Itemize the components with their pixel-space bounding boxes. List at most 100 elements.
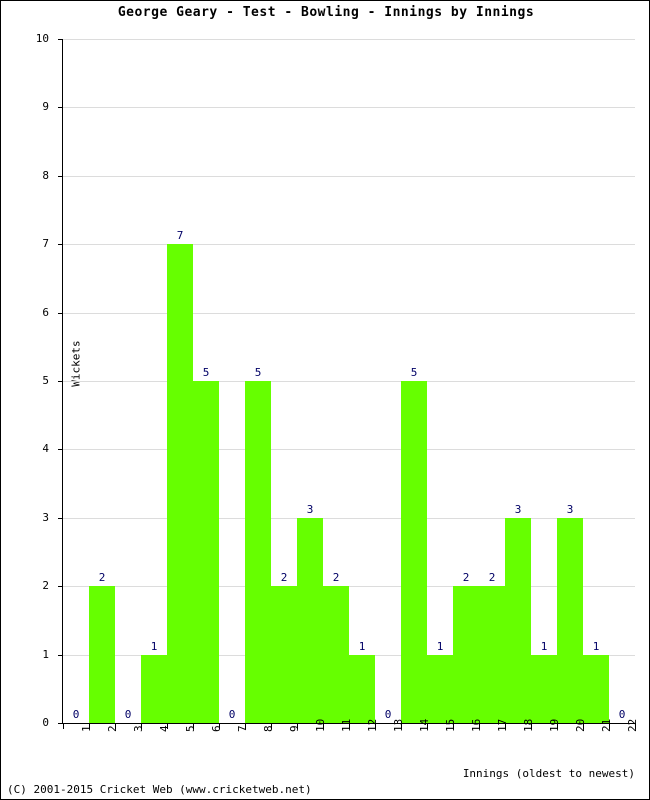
bar	[193, 381, 219, 723]
y-tick-label: 4	[42, 442, 49, 455]
x-tick-label: 15	[444, 718, 457, 732]
gridline	[63, 39, 635, 40]
x-tick-mark	[375, 724, 376, 729]
x-tick-mark	[531, 724, 532, 729]
x-tick-mark	[401, 724, 402, 729]
y-tick-label: 3	[42, 511, 49, 524]
gridline	[63, 244, 635, 245]
x-tick-mark	[219, 724, 220, 729]
bar	[245, 381, 271, 723]
bar-value-label: 2	[98, 571, 106, 585]
bar	[557, 517, 583, 723]
x-tick-mark	[167, 724, 168, 729]
x-tick-label: 18	[522, 718, 535, 732]
footer-copyright: (C) 2001-2015 Cricket Web (www.cricketwe…	[7, 783, 312, 796]
gridline	[63, 176, 635, 177]
bar	[427, 654, 453, 723]
x-tick-mark	[635, 724, 636, 729]
x-tick-mark	[609, 724, 610, 729]
x-tick-label: 1	[80, 725, 93, 732]
x-tick-label: 17	[496, 718, 509, 732]
x-tick-mark	[453, 724, 454, 729]
x-tick-mark	[427, 724, 428, 729]
x-tick-label: 14	[418, 718, 431, 732]
x-tick-label: 10	[314, 718, 327, 732]
x-tick-label: 7	[236, 725, 249, 732]
x-tick-label: 3	[132, 725, 145, 732]
x-tick-label: 20	[574, 718, 587, 732]
y-tick-mark	[58, 176, 63, 177]
gridline	[63, 586, 635, 587]
y-tick-mark	[58, 655, 63, 656]
y-tick-label: 10	[35, 32, 49, 45]
bar-value-label: 7	[176, 229, 184, 243]
bar-value-label: 1	[150, 639, 158, 653]
y-tick-label: 9	[42, 100, 49, 113]
x-tick-label: 19	[548, 718, 561, 732]
bar-value-label: 5	[410, 366, 418, 379]
y-tick-mark	[58, 313, 63, 314]
chart-page: George Geary - Test - Bowling - Innings …	[0, 0, 650, 800]
bar	[505, 517, 531, 723]
y-tick-label: 5	[42, 374, 49, 387]
x-tick-mark	[505, 724, 506, 729]
x-tick-mark	[115, 724, 116, 729]
bar-value-label: 1	[358, 639, 366, 653]
y-tick-mark	[58, 449, 63, 450]
x-tick-label: 2	[106, 725, 119, 732]
x-tick-label: 16	[470, 718, 483, 732]
y-tick-label: 7	[42, 237, 49, 250]
bar	[583, 654, 609, 723]
x-tick-label: 21	[600, 718, 613, 732]
page-title: George Geary - Test - Bowling - Innings …	[117, 5, 535, 20]
x-tick-mark	[323, 724, 324, 729]
bar-value-label: 1	[436, 639, 444, 653]
bar-value-label: 2	[488, 571, 496, 585]
y-tick-label: 2	[42, 579, 49, 592]
x-tick-label: 11	[340, 718, 353, 732]
bar-value-label: 5	[254, 366, 262, 379]
y-tick-label: 0	[42, 716, 49, 729]
bar	[89, 586, 115, 723]
y-tick-mark	[58, 244, 63, 245]
y-tick-label: 6	[42, 306, 49, 319]
gridline	[63, 313, 635, 314]
gridline	[63, 518, 635, 519]
bar	[323, 586, 349, 723]
bar	[479, 586, 505, 723]
x-tick-mark	[271, 724, 272, 729]
x-tick-label: 5	[184, 725, 197, 732]
x-tick-mark	[245, 724, 246, 729]
bar	[141, 654, 167, 723]
bar-value-label: 5	[202, 366, 210, 379]
x-tick-label: 12	[366, 718, 379, 732]
plot-area: Wickets 10 9 8 7 6 5 4 3 2 1 0 0201750523210512231…	[36, 33, 635, 728]
bar	[453, 586, 479, 723]
bar-value-label: 2	[332, 571, 340, 585]
x-tick-label: 6	[210, 725, 223, 732]
bar	[349, 654, 375, 723]
gridline	[63, 381, 635, 382]
bar	[167, 244, 193, 723]
x-tick-label: 22	[626, 718, 639, 732]
bar-value-label: 1	[592, 639, 600, 653]
y-tick-mark	[58, 39, 63, 40]
bar	[297, 517, 323, 723]
bar-value-label: 3	[514, 502, 522, 516]
bar-value-label: 3	[566, 502, 574, 516]
x-tick-mark	[193, 724, 194, 729]
x-tick-mark	[349, 724, 350, 729]
bar	[271, 586, 297, 723]
y-tick-mark	[58, 586, 63, 587]
x-axis-label: Innings (oldest to newest)	[462, 767, 635, 780]
x-tick-mark	[63, 724, 64, 729]
bar	[531, 654, 557, 723]
bar-value-label: 0	[228, 708, 236, 721]
bar-value-label: 2	[280, 571, 288, 585]
bar-value-label: 2	[462, 571, 470, 585]
bar-value-label: 3	[306, 502, 314, 516]
x-tick-mark	[557, 724, 558, 729]
gridline	[63, 449, 635, 450]
y-tick-mark	[58, 107, 63, 108]
gridline	[63, 107, 635, 108]
